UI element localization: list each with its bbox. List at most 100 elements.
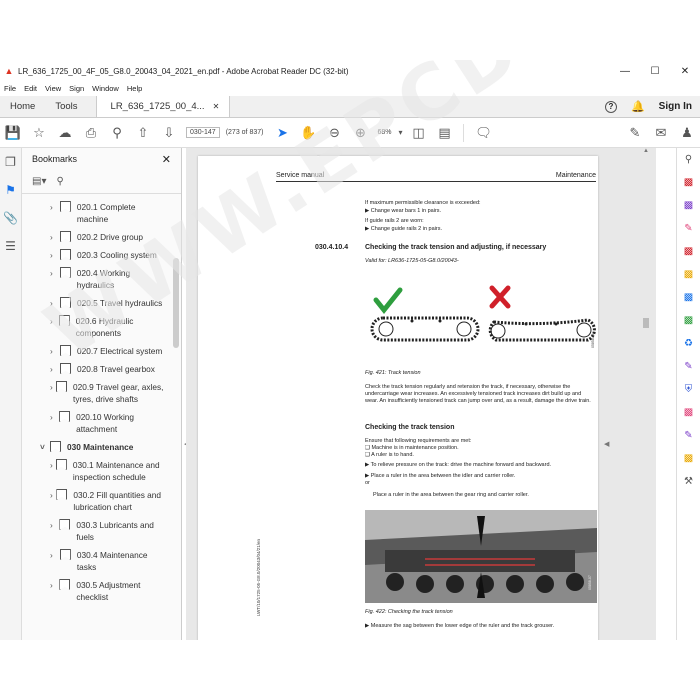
chevron-down-icon[interactable]: ˅ [40, 441, 50, 453]
close-bookmarks-icon[interactable]: ✕ [162, 153, 171, 166]
scroll-mode-icon[interactable]: ▤ [431, 121, 457, 145]
page-thumbnails-icon[interactable]: ❐ [0, 148, 21, 176]
bookmark-item[interactable]: › 020.7 Electrical system [22, 342, 172, 360]
previous-page-icon[interactable]: ⇧ [130, 121, 156, 145]
share-user-icon[interactable]: ♟ [674, 121, 700, 145]
print-icon[interactable]: ⎙ [78, 121, 104, 145]
zoom-dropdown-chevron-icon[interactable]: ▾ [395, 121, 405, 145]
menu-file[interactable]: File [0, 82, 20, 96]
email-icon[interactable]: ✉ [648, 121, 674, 145]
bookmark-item[interactable]: › 020.2 Drive group [22, 228, 172, 246]
bookmarks-scrollbar[interactable] [173, 198, 179, 640]
zoom-search-icon[interactable]: ⚲ [104, 121, 130, 145]
request-signature-icon[interactable]: ✎ [677, 424, 700, 447]
tab-bar: Home Tools LR_636_1725_00_4... ✕ ? 🔔 Sig… [0, 96, 700, 118]
bookmark-item[interactable]: › 020.10 Working attachment [22, 408, 172, 438]
chevron-right-icon[interactable]: › [50, 411, 59, 423]
minimize-button[interactable]: — [610, 66, 640, 77]
bookmark-item[interactable]: › 030.4 Maintenance tasks [22, 546, 172, 576]
organize-pages-icon[interactable]: ▩ [677, 286, 700, 309]
tab-home[interactable]: Home [0, 96, 45, 117]
chevron-right-icon[interactable]: › [50, 315, 59, 327]
chevron-right-icon[interactable]: › [50, 489, 56, 501]
comment-icon[interactable]: 🗨 [470, 121, 496, 145]
maximize-button[interactable]: ☐ [640, 66, 670, 77]
chevron-right-icon[interactable]: › [50, 231, 60, 243]
upload-cloud-icon[interactable]: ☁ [52, 121, 78, 145]
fill-sign-icon[interactable]: ✎ [677, 355, 700, 378]
bookmark-item[interactable]: › 020.4 Working hydraulics [22, 264, 172, 294]
menu-edit[interactable]: Edit [20, 82, 41, 96]
tab-document[interactable]: LR_636_1725_00_4... ✕ [95, 96, 231, 118]
zoom-out-icon[interactable]: ⊖ [321, 121, 347, 145]
bookmark-item[interactable]: › 020.1 Complete machine [22, 198, 172, 228]
chevron-right-icon[interactable]: › [50, 363, 60, 375]
sign-in-button[interactable]: Sign In [659, 101, 692, 112]
bookmark-item[interactable]: › 030.3 Lubricants and fuels [22, 516, 172, 546]
edit-pdf-icon[interactable]: ✎ [677, 217, 700, 240]
menu-help[interactable]: Help [123, 82, 146, 96]
tab-tools[interactable]: Tools [45, 96, 87, 117]
document-scroll-thumb[interactable] [643, 318, 649, 328]
bookmark-item[interactable]: › 030.1 Maintenance and inspection schedu… [22, 456, 172, 486]
chevron-right-icon[interactable]: › [50, 267, 60, 279]
bookmark-item[interactable]: › 030.2 Fill quantities and lubrication c… [22, 486, 172, 516]
bookmark-flag-icon [59, 519, 71, 530]
redact-icon[interactable]: ▩ [677, 401, 700, 424]
bookmark-flag-icon [60, 249, 71, 260]
create-pdf-icon[interactable]: ▩ [677, 171, 700, 194]
scan-ocr-icon[interactable]: ▩ [677, 309, 700, 332]
bookmark-item[interactable]: › 020.9 Travel gear, axles, tyres, drive … [22, 378, 172, 408]
hand-tool-icon[interactable]: ✋ [295, 121, 321, 145]
bookmark-item[interactable]: › 020.3 Cooling system [22, 246, 172, 264]
chevron-right-icon[interactable]: › [50, 579, 59, 591]
zoom-level-select[interactable]: 68% [373, 129, 395, 136]
bookmarks-scroll-thumb[interactable] [173, 258, 179, 348]
chevron-right-icon[interactable]: › [50, 297, 60, 309]
notifications-bell-icon[interactable]: 🔔 [631, 100, 645, 113]
protect-shield-icon[interactable]: ⛨ [677, 378, 700, 401]
send-for-comments-icon[interactable]: ▩ [677, 447, 700, 470]
close-window-button[interactable]: ✕ [670, 66, 700, 77]
search-icon[interactable]: ⚲ [677, 148, 700, 171]
more-tools-icon[interactable]: ⚒ [677, 470, 700, 493]
help-icon[interactable]: ? [604, 100, 617, 113]
page-number-input[interactable]: 030-147 [186, 127, 220, 138]
next-page-icon[interactable]: ⇩ [156, 121, 182, 145]
chevron-right-icon[interactable]: › [50, 549, 60, 561]
bookmark-item[interactable]: › 020.8 Travel gearbox [22, 360, 172, 378]
page-fit-icon[interactable]: ◫ [405, 121, 431, 145]
bookmark-options-icon[interactable]: ▤▾ [32, 176, 46, 187]
chevron-right-icon[interactable]: › [50, 519, 59, 531]
save-icon[interactable]: 💾 [0, 121, 26, 145]
attachments-paperclip-icon[interactable]: 📎 [0, 204, 21, 232]
collapse-right-panel-icon[interactable]: ◀ [604, 440, 609, 448]
bookmark-item[interactable]: › 020.6 Hydraulic components [22, 312, 172, 342]
menu-sign[interactable]: Sign [65, 82, 88, 96]
zoom-in-icon[interactable]: ⊕ [347, 121, 373, 145]
page-header-left: Service manual [276, 172, 325, 179]
compare-files-icon[interactable]: ♻ [677, 332, 700, 355]
chevron-right-icon[interactable]: › [50, 345, 60, 357]
menu-window[interactable]: Window [88, 82, 123, 96]
menu-view[interactable]: View [41, 82, 65, 96]
bookmark-item[interactable]: › 020.5 Travel hydraulics [22, 294, 172, 312]
scroll-up-icon[interactable]: ▲ [641, 148, 651, 154]
bookmarks-panel-icon[interactable]: ⚑ [0, 176, 21, 204]
chevron-right-icon[interactable]: › [50, 459, 56, 471]
chevron-right-icon[interactable]: › [50, 249, 60, 261]
bookmark-star-icon[interactable]: ☆ [26, 121, 52, 145]
bookmark-item[interactable]: › 030.5 Adjustment checklist [22, 576, 172, 606]
bookmark-item[interactable]: ˅ 030 Maintenance [22, 438, 172, 456]
combine-files-icon[interactable]: ▩ [677, 194, 700, 217]
sign-pen-icon[interactable]: ✎ [622, 121, 648, 145]
chevron-right-icon[interactable]: › [50, 201, 60, 213]
find-bookmark-icon[interactable]: ⚲ [56, 176, 63, 187]
export-pdf-icon[interactable]: ▩ [677, 240, 700, 263]
select-cursor-icon[interactable]: ➤ [269, 121, 295, 145]
layers-icon[interactable]: ☰ [0, 232, 21, 260]
comment-tool-icon[interactable]: ▩ [677, 263, 700, 286]
tab-close-icon[interactable]: ✕ [213, 96, 220, 118]
document-scrollbar[interactable]: ▲ ▼ [641, 148, 651, 640]
chevron-right-icon[interactable]: › [50, 381, 56, 393]
